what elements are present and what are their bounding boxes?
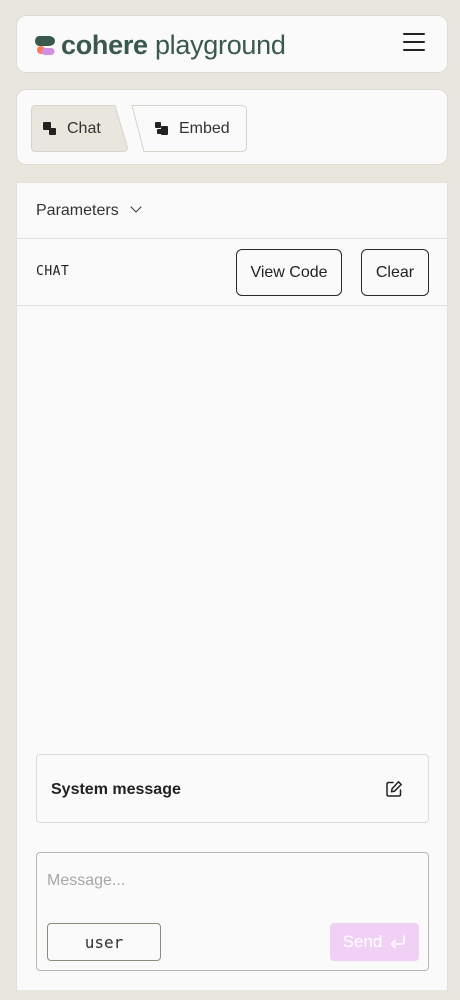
chat-toolbar: CHAT View Code Clear — [17, 239, 447, 306]
chevron-down-icon — [131, 203, 141, 213]
logo-text-secondary: playground — [154, 30, 286, 60]
tab-embed[interactable]: Embed — [131, 105, 247, 152]
parameters-toggle[interactable]: Parameters — [17, 183, 447, 239]
system-message-label: System message — [51, 781, 181, 798]
embed-icon — [155, 121, 169, 136]
tab-chat-label: Chat — [67, 119, 101, 137]
clear-button[interactable]: Clear — [361, 249, 429, 296]
chat-panel: Parameters CHAT View Code Clear System m… — [16, 182, 448, 990]
mode-label: CHAT — [36, 264, 70, 279]
tab-chat[interactable]: Chat — [31, 105, 128, 152]
chat-icon — [43, 121, 57, 136]
mode-tabs: Chat Embed — [16, 89, 448, 165]
view-code-button[interactable]: View Code — [236, 249, 342, 296]
edit-icon[interactable] — [385, 780, 403, 798]
cohere-logo[interactable]: cohere playground — [35, 30, 286, 60]
enter-key-icon — [391, 935, 406, 949]
cohere-logo-icon — [35, 33, 57, 57]
message-input[interactable] — [47, 869, 417, 893]
logo-text-primary: cohere — [61, 30, 148, 60]
role-selector-button[interactable]: user — [47, 923, 161, 961]
parameters-label: Parameters — [36, 201, 119, 219]
tab-embed-label: Embed — [179, 119, 230, 137]
send-label: Send — [342, 932, 383, 951]
logo-wordmark: cohere playground — [61, 30, 286, 60]
app-header: cohere playground — [16, 15, 448, 73]
hamburger-menu-icon[interactable] — [403, 33, 425, 55]
system-message-box[interactable]: System message — [36, 754, 429, 823]
message-composer: user Send — [36, 852, 429, 971]
send-button[interactable]: Send — [330, 923, 419, 961]
